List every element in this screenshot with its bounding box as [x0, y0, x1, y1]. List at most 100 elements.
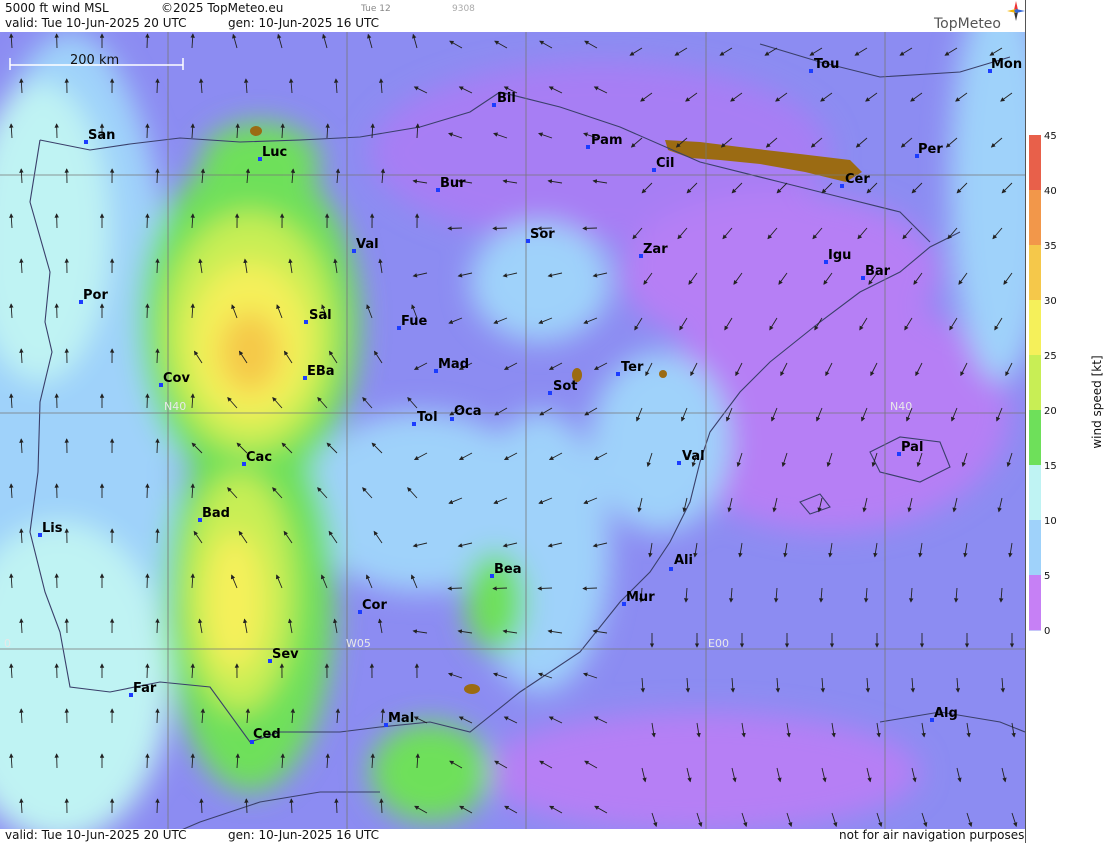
city-label: Mal: [388, 711, 414, 726]
wind-arrow: [147, 124, 148, 138]
colorbar-band: [1029, 245, 1041, 301]
grid-label-n40-east: N40: [890, 400, 912, 413]
colorbar-ticks: 45 40 35 30 25 20 15 10 5 0: [1044, 131, 1057, 637]
colorbar-band: [1029, 575, 1041, 630]
city-label: Bea: [494, 562, 522, 577]
copyright-text: ©2025 TopMeteo.eu: [161, 1, 283, 15]
city-label: Cer: [845, 172, 870, 187]
colorbar-tick-label: 10: [1044, 516, 1057, 527]
city-label: Lis: [42, 521, 63, 536]
wind-arrow: [538, 588, 552, 589]
colorbar-tick-label: 5: [1044, 571, 1050, 582]
wind-arrow: [493, 228, 507, 229]
city-label: Ced: [253, 727, 281, 742]
colorbar-tick-label: 25: [1044, 351, 1057, 362]
wind-arrow: [147, 754, 148, 768]
wind-arrow: [157, 529, 158, 543]
wind-arrow: [448, 228, 462, 229]
colorbar: 454035302520151050 wind speed [kt]: [1025, 0, 1117, 843]
wind-arrow: [157, 799, 158, 813]
footer-bar: valid: Tue 10-Jun-2025 20 UTC gen: 10-Ju…: [0, 829, 1025, 843]
scale-label: 200 km: [70, 53, 119, 68]
city-label: Pal: [901, 440, 923, 455]
wind-arrow: [157, 169, 158, 183]
grid-label-e00: E00: [708, 637, 729, 650]
colorbar-band: [1029, 190, 1041, 246]
wind-arrow: [583, 228, 597, 229]
colorbar-tick-label: 40: [1044, 186, 1057, 197]
disclaimer-text: not for air navigation purposes: [839, 828, 1024, 842]
colorbar-band: [1029, 355, 1041, 411]
wind-arrow: [147, 34, 148, 48]
city-label: Tou: [814, 57, 839, 72]
colorbar-panel: 454035302520151050 wind speed [kt]: [1025, 0, 1117, 843]
wind-arrow: [157, 259, 158, 273]
city-label: Cac: [246, 450, 272, 465]
colorbar-tick-label: 0: [1044, 626, 1050, 637]
city-label: Bar: [865, 264, 891, 279]
city-label: Far: [133, 681, 157, 696]
grid-label-w05: W05: [346, 637, 371, 650]
colorbar-tick-label: 20: [1044, 406, 1057, 417]
wind-map: N40 N40 W05 E00 0 200 km Tou Mon Bil San…: [0, 32, 1025, 829]
valid-time: valid: Tue 10-Jun-2025 20 UTC: [5, 16, 186, 30]
colorbar-band: [1029, 135, 1041, 191]
wind-arrow: [147, 484, 148, 498]
colorbar-tick-label: 30: [1044, 296, 1057, 307]
compass-icon: [1006, 0, 1026, 22]
wind-arrow: [157, 619, 158, 633]
city-label: Alg: [934, 706, 958, 721]
wind-arrow: [493, 588, 507, 589]
wind-map-canvas: N40 N40 W05 E00 0 200 km Tou Mon Bil San…: [0, 32, 1025, 829]
colorbar-band: [1029, 520, 1041, 576]
wind-arrow: [448, 588, 462, 589]
wind-arrow: [147, 394, 148, 408]
city-label: Bad: [202, 506, 230, 521]
colorbar-tick-label: 15: [1044, 461, 1057, 472]
city-label: Sal: [309, 308, 332, 323]
wind-arrow: [583, 588, 597, 589]
footer-valid-time: valid: Tue 10-Jun-2025 20 UTC: [5, 828, 186, 842]
colorbar-tick-label: 35: [1044, 241, 1057, 252]
city-label: Mad: [438, 357, 469, 372]
city-label: Cov: [163, 371, 190, 386]
city-label: Zar: [643, 242, 668, 257]
wind-arrow: [157, 709, 158, 723]
wind-arrow: [147, 304, 148, 318]
city-label: Sev: [272, 647, 299, 662]
generated-time: gen: 10-Jun-2025 16 UTC: [228, 16, 379, 30]
city-label: Pam: [591, 133, 623, 148]
topmeteo-logo: TopMeteo: [934, 6, 1024, 32]
city-label: San: [88, 128, 115, 143]
footer-generated-time: gen: 10-Jun-2025 16 UTC: [228, 828, 379, 842]
city-label: Tol: [417, 410, 438, 425]
city-label: Mur: [626, 590, 655, 605]
wind-arrow: [147, 664, 148, 678]
city-label: Fue: [401, 314, 427, 329]
panel-divider: [1025, 0, 1026, 843]
colorbar-band: [1029, 300, 1041, 356]
city-label: Igu: [828, 248, 851, 263]
colorbar-band: [1029, 410, 1041, 466]
city-label: Sor: [530, 227, 555, 242]
city-label: Mon: [991, 57, 1022, 72]
city-label: Sot: [553, 379, 578, 394]
small-text-code: 9308: [452, 4, 475, 14]
city-label: Ter: [621, 360, 644, 375]
city-label: Ali: [674, 553, 693, 568]
city-label: Per: [918, 142, 943, 157]
city-label: Bil: [497, 91, 516, 106]
header-bar: 5000 ft wind MSL ©2025 TopMeteo.eu Tue 1…: [0, 0, 1025, 32]
wind-arrow: [147, 214, 148, 228]
grid-label-n40-west: N40: [164, 400, 186, 413]
product-title: 5000 ft wind MSL: [5, 1, 109, 15]
colorbar-tick-label: 45: [1044, 131, 1057, 142]
colorbar-bands: [1029, 135, 1041, 631]
colorbar-band: [1029, 465, 1041, 521]
city-label: Bur: [440, 176, 466, 191]
grid-label-edge: 0: [4, 637, 11, 650]
wind-arrow: [157, 349, 158, 363]
city-label: Por: [83, 288, 108, 303]
city-label: Cor: [362, 598, 387, 613]
city-label: EBa: [307, 364, 335, 379]
